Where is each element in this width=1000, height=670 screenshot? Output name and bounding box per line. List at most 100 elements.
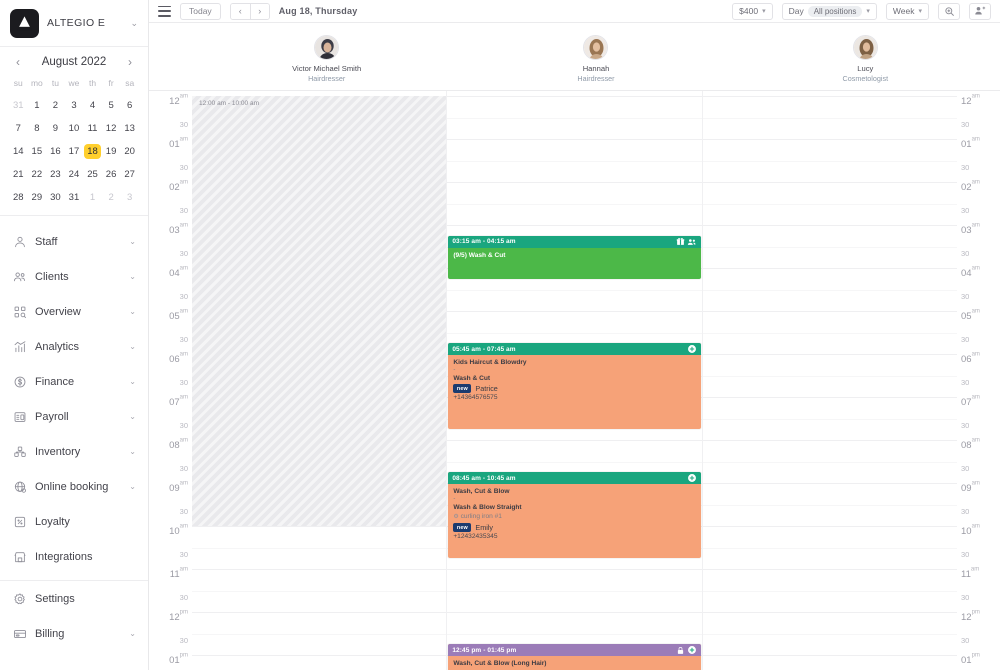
calendar-day[interactable]: 7 xyxy=(10,121,27,136)
schedule-column[interactable] xyxy=(702,91,957,670)
calendar-day[interactable]: 17 xyxy=(65,144,82,159)
calendar-day[interactable]: 8 xyxy=(28,121,45,136)
calendar-day[interactable]: 16 xyxy=(47,144,64,159)
plus-circle-icon[interactable] xyxy=(687,344,697,354)
calendar-day[interactable]: 2 xyxy=(47,98,64,113)
grid-hour-line xyxy=(702,354,957,355)
chevron-down-icon[interactable]: ⌄ xyxy=(129,447,136,456)
appointment-block[interactable]: 03:15 am - 04:15 am (9/5) Wash & Cut xyxy=(448,235,701,279)
grid-half-hour-line xyxy=(192,547,447,549)
sidebar-item-settings[interactable]: Settings xyxy=(0,581,148,616)
add-user-icon[interactable] xyxy=(969,2,991,20)
calendar-day[interactable]: 31 xyxy=(65,190,82,205)
positions-dropdown[interactable]: Day All positions ▾ xyxy=(781,2,877,20)
staff-column-header[interactable]: Lucy Cosmetologist xyxy=(731,23,1000,90)
appointment-block[interactable]: 05:45 am - 07:45 am Kids Haircut & Blowdr… xyxy=(448,343,701,430)
amount-dropdown[interactable]: $400 ▾ xyxy=(732,2,773,20)
next-day-button[interactable]: › xyxy=(249,3,269,19)
staff-column-header[interactable]: Victor Michael Smith Hairdresser xyxy=(192,23,461,90)
calendar-day[interactable]: 25 xyxy=(84,167,101,182)
sidebar-item-clients[interactable]: Clients ⌄ xyxy=(0,259,148,294)
grid-half-hour-line xyxy=(702,203,957,205)
calendar-day[interactable]: 30 xyxy=(47,190,64,205)
time-label-hour: 12pm xyxy=(169,608,188,624)
group-icon[interactable] xyxy=(687,237,697,247)
sidebar-item-integrations[interactable]: Integrations xyxy=(0,539,148,574)
calendar-day[interactable]: 26 xyxy=(103,167,120,182)
chevron-down-icon[interactable]: ⌄ xyxy=(129,377,136,386)
gift-icon[interactable] xyxy=(676,237,685,246)
sidebar-item-finance[interactable]: Finance ⌄ xyxy=(0,364,148,399)
chevron-down-icon[interactable]: ⌄ xyxy=(129,342,136,351)
brand-header[interactable]: ALTEGIO E ⌄ xyxy=(0,0,148,47)
calendar-day[interactable]: 29 xyxy=(28,190,45,205)
calendar-day[interactable]: 3 xyxy=(121,190,138,205)
plus-circle-icon[interactable] xyxy=(687,473,697,483)
calendar-day[interactable]: 1 xyxy=(84,190,101,205)
hour-value: 06 xyxy=(961,354,972,365)
sidebar-item-online-booking[interactable]: Online booking ⌄ xyxy=(0,469,148,504)
calendar-day[interactable]: 1 xyxy=(28,98,45,113)
sidebar-item-billing[interactable]: Billing ⌄ xyxy=(0,616,148,651)
calendar-day[interactable]: 21 xyxy=(10,167,27,182)
sidebar-item-loyalty[interactable]: Loyalty xyxy=(0,504,148,539)
schedule-column[interactable]: 03:15 am - 04:15 am (9/5) Wash & Cut 05:45… xyxy=(447,91,703,670)
chevron-down-icon[interactable]: ⌄ xyxy=(130,18,138,28)
calendar-day[interactable]: 14 xyxy=(10,144,27,159)
calendar-day[interactable]: 20 xyxy=(121,144,138,159)
appointment-block[interactable]: 12:45 pm - 01:45 pm Wash, Cut & Blow (Lon… xyxy=(448,644,701,670)
calendar-day[interactable]: 31 xyxy=(10,98,27,113)
sidebar-item-staff[interactable]: Staff ⌄ xyxy=(0,224,148,259)
search-zoom-icon[interactable] xyxy=(938,2,960,20)
calendar-day[interactable]: 10 xyxy=(65,121,82,136)
staff-column-header[interactable]: Hannah Hairdresser xyxy=(461,23,730,90)
calendar-day[interactable]: 22 xyxy=(28,167,45,182)
calendar-day[interactable]: 28 xyxy=(10,190,27,205)
calendar-day[interactable]: 23 xyxy=(47,167,64,182)
sidebar-item-analytics[interactable]: Analytics ⌄ xyxy=(0,329,148,364)
hour-value: 01 xyxy=(169,139,180,150)
chevron-down-icon[interactable]: ⌄ xyxy=(129,272,136,281)
calendar-day[interactable]: 12 xyxy=(103,121,120,136)
calendar-day[interactable]: 3 xyxy=(65,98,82,113)
appointment-body: (9/5) Wash & Cut xyxy=(448,248,700,264)
calendar-next-month-button[interactable]: › xyxy=(123,55,137,69)
prev-day-button[interactable]: ‹ xyxy=(230,3,250,19)
sidebar-item-inventory[interactable]: Inventory ⌄ xyxy=(0,434,148,469)
time-label-hour: 01am xyxy=(169,135,188,151)
today-button[interactable]: Today xyxy=(180,2,221,20)
plus-circle-icon[interactable] xyxy=(687,645,697,655)
sidebar-item-payroll[interactable]: Payroll ⌄ xyxy=(0,399,148,434)
appointment-block[interactable]: 08:45 am - 10:45 am Wash, Cut & Blow - Wash… xyxy=(448,472,701,559)
calendar-day[interactable]: 2 xyxy=(103,190,120,205)
calendar-day[interactable]: 19 xyxy=(103,144,120,159)
calendar-day[interactable]: 9 xyxy=(47,121,64,136)
time-label-half-hour: 30 xyxy=(180,416,188,432)
chevron-down-icon[interactable]: ⌄ xyxy=(129,237,136,246)
hamburger-icon[interactable] xyxy=(158,5,171,17)
range-dropdown[interactable]: Week ▾ xyxy=(885,2,929,20)
staff-name: Victor Michael Smith xyxy=(292,63,362,73)
calendar-day[interactable]: 4 xyxy=(84,98,101,113)
chevron-down-icon[interactable]: ⌄ xyxy=(129,412,136,421)
appointment-client: new Emily xyxy=(453,523,695,533)
calendar-prev-month-button[interactable]: ‹ xyxy=(11,55,25,69)
chevron-down-icon[interactable]: ⌄ xyxy=(129,629,136,638)
sidebar-item-overview[interactable]: Overview ⌄ xyxy=(0,294,148,329)
calendar-day-selected[interactable]: 18 xyxy=(84,144,102,159)
chevron-down-icon[interactable]: ⌄ xyxy=(129,307,136,316)
grid-hour-line xyxy=(447,182,702,183)
blocked-time-block[interactable]: 12:00 am - 10:00 am xyxy=(192,96,447,526)
time-label-hour: 09am xyxy=(961,479,980,495)
lock-icon[interactable] xyxy=(676,646,685,655)
calendar-day[interactable]: 24 xyxy=(65,167,82,182)
chevron-down-icon[interactable]: ⌄ xyxy=(129,482,136,491)
hour-value: 04 xyxy=(961,268,972,279)
calendar-day[interactable]: 11 xyxy=(84,121,101,136)
calendar-day[interactable]: 27 xyxy=(121,167,138,182)
calendar-day[interactable]: 5 xyxy=(103,98,120,113)
calendar-day[interactable]: 15 xyxy=(28,144,45,159)
schedule-column[interactable]: 12:00 am - 10:00 am xyxy=(192,91,448,670)
calendar-day[interactable]: 6 xyxy=(121,98,138,113)
calendar-day[interactable]: 13 xyxy=(121,121,138,136)
